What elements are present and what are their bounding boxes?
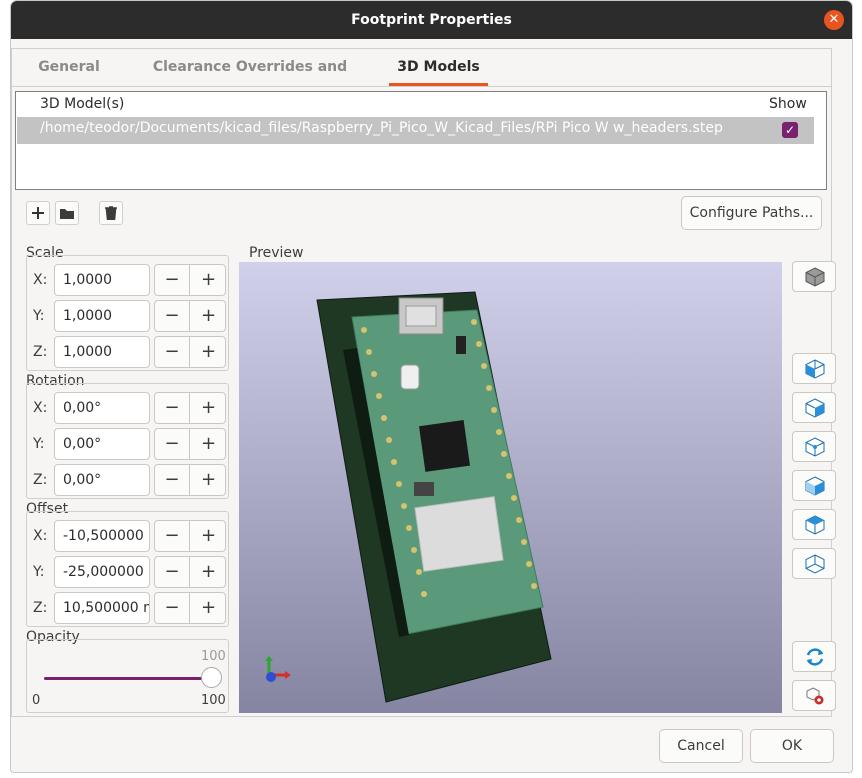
- rotation-y-input[interactable]: 0,00°: [54, 428, 150, 460]
- opacity-max: 100: [201, 693, 226, 708]
- rotation-x-label: X:: [33, 400, 48, 416]
- offset-x-input[interactable]: -10,500000 mm: [54, 520, 150, 552]
- settings-icon: [806, 687, 824, 705]
- decrement-button[interactable]: −: [155, 393, 190, 423]
- offset-x-stepper[interactable]: − +: [154, 520, 226, 552]
- increment-button[interactable]: +: [191, 429, 226, 459]
- view-right-icon: [805, 476, 825, 496]
- cube-icon: [805, 267, 825, 287]
- rotation-x-stepper[interactable]: − +: [154, 392, 226, 424]
- increment-button[interactable]: +: [191, 265, 226, 295]
- offset-y-label: Y:: [33, 564, 45, 580]
- folder-icon: [60, 209, 74, 219]
- increment-button[interactable]: +: [191, 393, 226, 423]
- view-back-button[interactable]: [792, 392, 836, 423]
- increment-button[interactable]: +: [191, 301, 226, 331]
- configure-paths-button[interactable]: Configure Paths...: [681, 196, 822, 230]
- view-back-icon: [805, 398, 825, 418]
- scale-y-label: Y:: [33, 308, 45, 324]
- scale-y-stepper[interactable]: − +: [154, 300, 226, 332]
- tab-3d-models[interactable]: 3D Models: [389, 48, 488, 86]
- pcb-render: [316, 291, 552, 703]
- rotation-y-stepper[interactable]: − +: [154, 428, 226, 460]
- tab-clearance-overrides[interactable]: Clearance Overrides and Settings: [120, 48, 380, 113]
- model-path[interactable]: /home/teodor/Documents/kicad_files/Raspb…: [40, 120, 723, 136]
- opacity-group: [26, 639, 229, 713]
- view-3d-button[interactable]: [792, 261, 836, 292]
- scale-z-label: Z:: [33, 344, 48, 360]
- scale-z-stepper[interactable]: − +: [154, 336, 226, 368]
- tab-divider: [11, 86, 832, 87]
- delete-model-button[interactable]: [99, 201, 123, 225]
- cancel-button[interactable]: Cancel: [659, 729, 743, 763]
- decrement-button[interactable]: −: [155, 337, 190, 367]
- view-bottom-icon: [805, 554, 825, 574]
- rotation-z-label: Z:: [33, 472, 48, 488]
- table-row[interactable]: /home/teodor/Documents/kicad_files/Raspb…: [17, 117, 814, 144]
- trash-icon: [105, 206, 117, 221]
- axes-icon: [265, 656, 291, 682]
- add-model-button[interactable]: [26, 201, 50, 225]
- offset-z-stepper[interactable]: − +: [154, 592, 226, 624]
- view-left-button[interactable]: [792, 431, 836, 462]
- title-bar: Footprint Properties ✕: [11, 1, 852, 39]
- models-table-header: 3D Model(s) Show: [16, 92, 826, 116]
- offset-z-input[interactable]: 10,500000 mm: [54, 592, 150, 624]
- 3d-preview-canvas[interactable]: [239, 262, 782, 713]
- decrement-button[interactable]: −: [155, 593, 190, 623]
- view-right-button[interactable]: [792, 470, 836, 501]
- scale-y-input[interactable]: 1,0000: [54, 300, 150, 332]
- view-front-button[interactable]: [792, 353, 836, 384]
- scale-x-label: X:: [33, 272, 48, 288]
- rotation-y-label: Y:: [33, 436, 45, 452]
- view-front-icon: [805, 359, 825, 379]
- increment-button[interactable]: +: [191, 593, 226, 623]
- decrement-button[interactable]: −: [155, 465, 190, 495]
- column-show: Show: [769, 96, 807, 112]
- scale-x-stepper[interactable]: − +: [154, 264, 226, 296]
- reload-button[interactable]: [792, 641, 836, 672]
- models-table[interactable]: 3D Model(s) Show /home/teodor/Documents/…: [15, 91, 827, 190]
- settings-button[interactable]: [792, 680, 836, 711]
- view-top-icon: [805, 515, 825, 535]
- open-folder-button[interactable]: [55, 201, 79, 225]
- decrement-button[interactable]: −: [155, 301, 190, 331]
- rotation-x-input[interactable]: 0,00°: [54, 392, 150, 424]
- decrement-button[interactable]: −: [155, 557, 190, 587]
- offset-x-label: X:: [33, 528, 48, 544]
- scale-z-input[interactable]: 1,0000: [54, 336, 150, 368]
- opacity-slider-handle[interactable]: [201, 667, 222, 688]
- increment-button[interactable]: +: [191, 521, 226, 551]
- decrement-button[interactable]: −: [155, 429, 190, 459]
- window-title: Footprint Properties: [351, 12, 512, 28]
- tab-general[interactable]: General: [29, 48, 109, 86]
- rotation-z-stepper[interactable]: − +: [154, 464, 226, 496]
- opacity-min: 0: [32, 693, 41, 708]
- increment-button[interactable]: +: [191, 337, 226, 367]
- offset-y-stepper[interactable]: − +: [154, 556, 226, 588]
- show-checkbox[interactable]: ✓: [782, 122, 798, 138]
- ok-button[interactable]: OK: [750, 729, 834, 763]
- reload-icon: [806, 648, 824, 666]
- offset-z-label: Z:: [33, 600, 48, 616]
- view-bottom-button[interactable]: [792, 548, 836, 579]
- add-icon: [32, 207, 44, 219]
- view-left-icon: [805, 437, 825, 457]
- preview-label: Preview: [249, 245, 304, 261]
- opacity-slider-track[interactable]: [44, 677, 212, 680]
- increment-button[interactable]: +: [191, 465, 226, 495]
- opacity-value: 100: [201, 649, 226, 664]
- column-model: 3D Model(s): [40, 96, 125, 112]
- scale-x-input[interactable]: 1,0000: [54, 264, 150, 296]
- rotation-z-input[interactable]: 0,00°: [54, 464, 150, 496]
- decrement-button[interactable]: −: [155, 265, 190, 295]
- decrement-button[interactable]: −: [155, 521, 190, 551]
- close-icon[interactable]: ✕: [824, 10, 844, 30]
- increment-button[interactable]: +: [191, 557, 226, 587]
- offset-y-input[interactable]: -25,000000 mm: [54, 556, 150, 588]
- view-top-button[interactable]: [792, 509, 836, 540]
